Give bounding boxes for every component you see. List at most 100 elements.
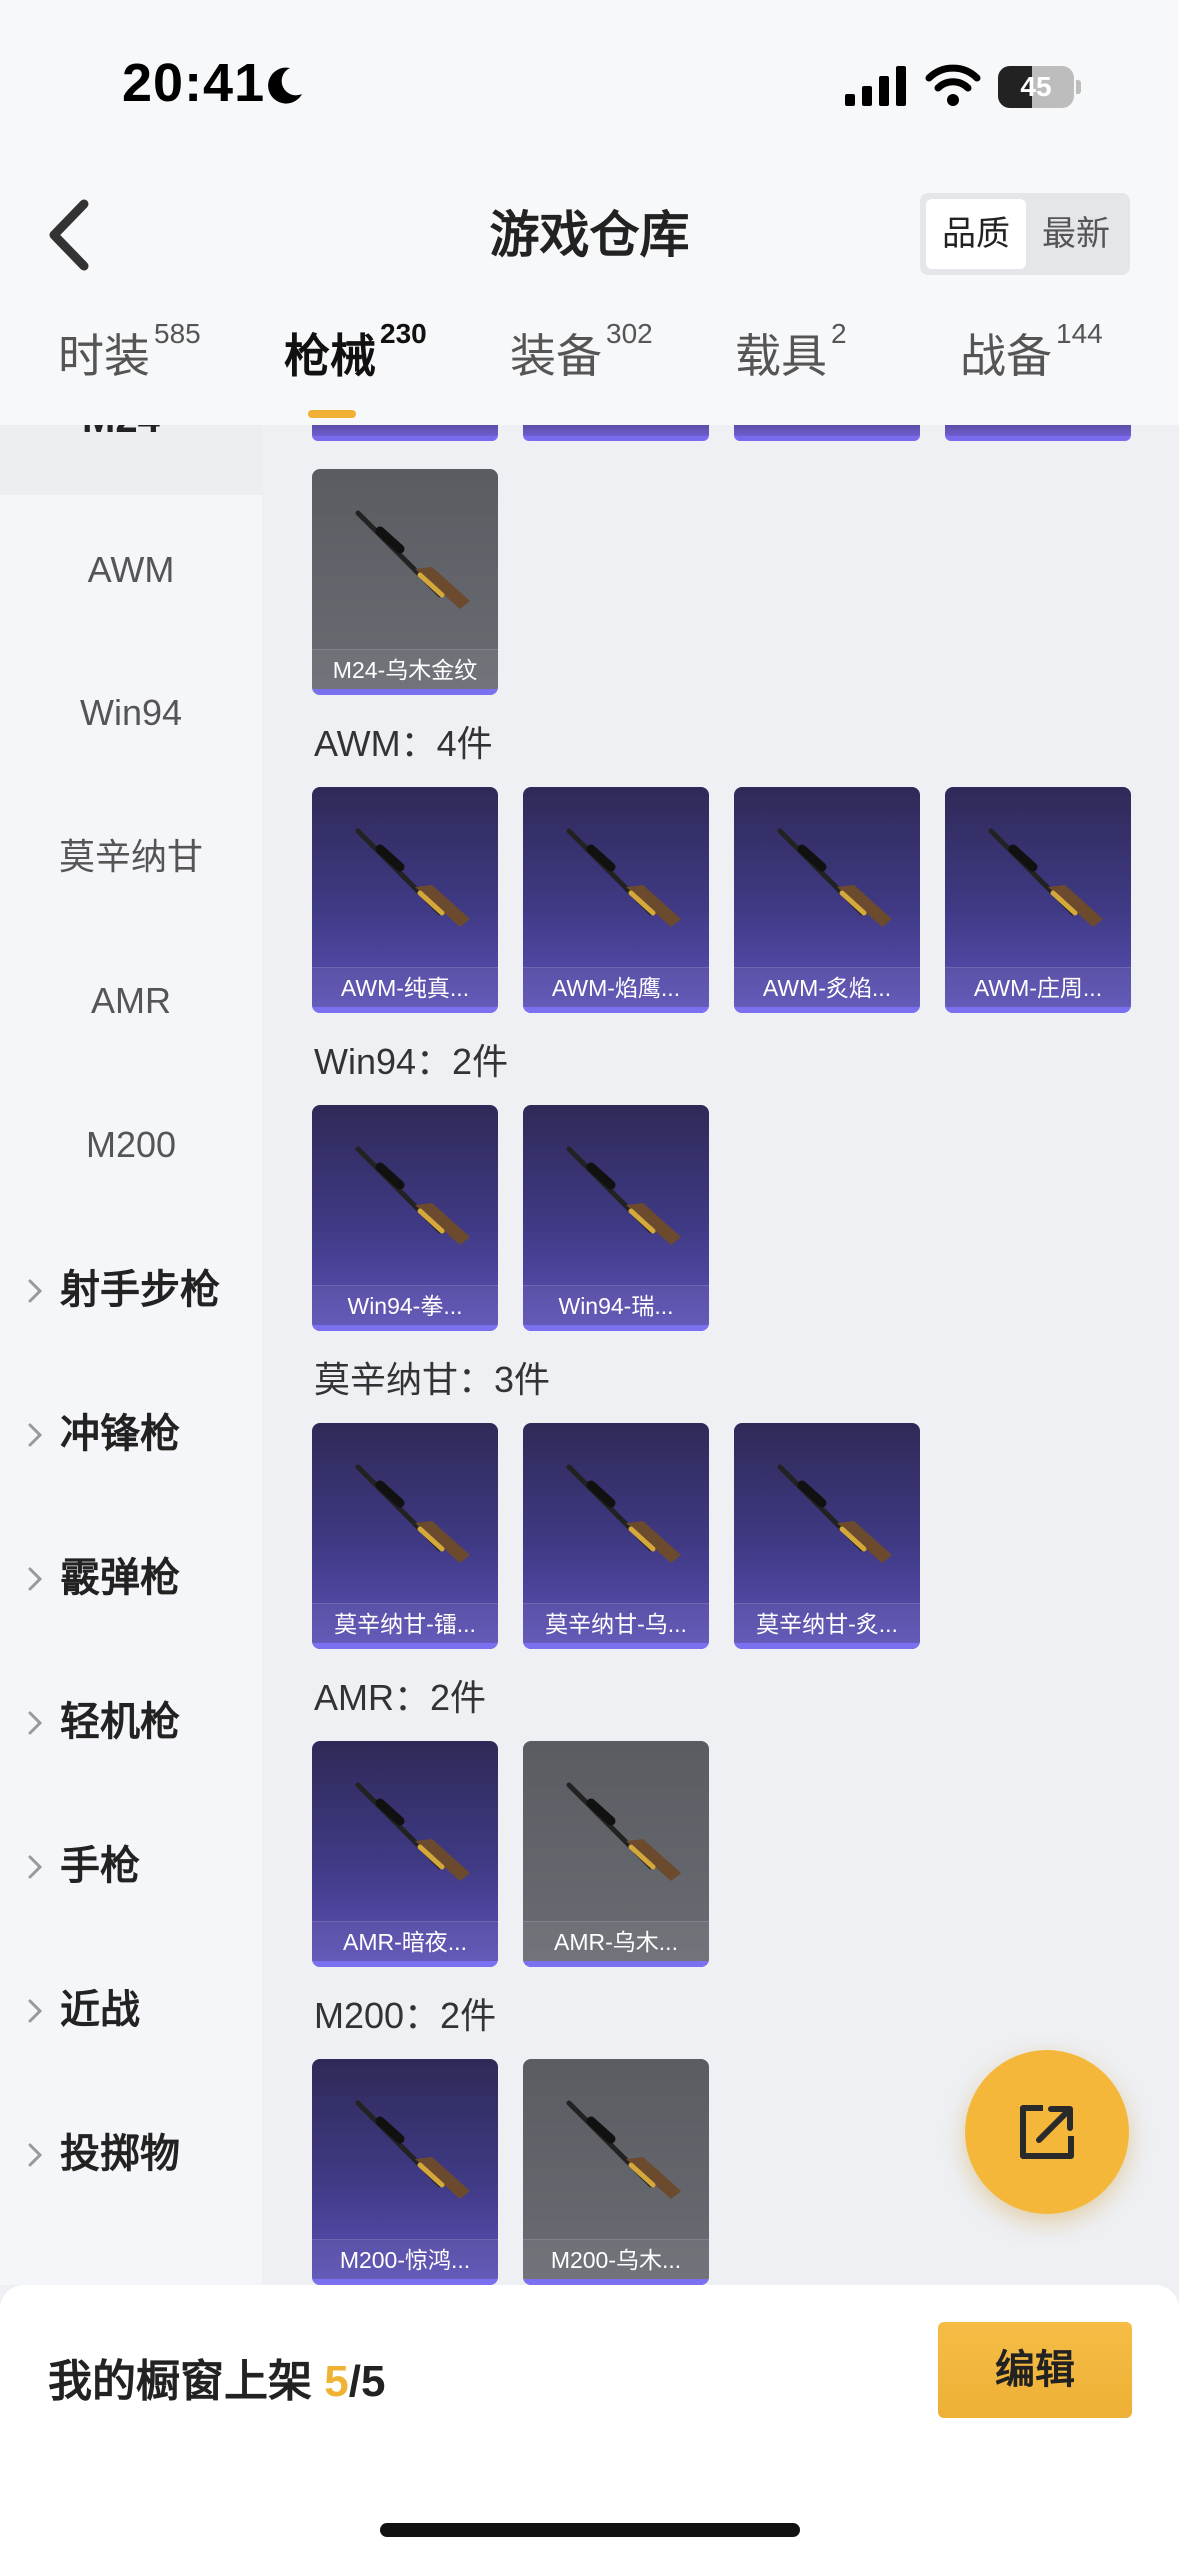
item-card[interactable]: M200-惊鸿... (312, 2059, 498, 2285)
sort-newest-option[interactable]: 最新 (1026, 199, 1126, 269)
moon-icon (268, 67, 302, 104)
chevron-right-icon (28, 1855, 43, 1879)
item-card[interactable]: AWM-纯真... (312, 787, 498, 1013)
showcase-current-count: 5 (324, 2357, 349, 2406)
partial-item-card[interactable] (523, 425, 709, 441)
rarity-bar (312, 1007, 498, 1013)
header: 游戏仓库 品质 最新 时装 585 枪械 230 装备 302 载具 2 战备 144 (0, 160, 1179, 425)
item-card[interactable]: AMR-暗夜... (312, 1741, 498, 1967)
rifle-icon (355, 510, 470, 609)
sort-toggle[interactable]: 品质 最新 (920, 193, 1130, 275)
tab-fashion[interactable]: 时装 585 (58, 318, 201, 410)
sidebar-item-mosin[interactable]: 莫辛纳甘 (0, 807, 262, 907)
item-card-label: AMR-暗夜... (312, 1921, 498, 1961)
chevron-right-icon (28, 1999, 43, 2023)
rifle-icon (566, 1782, 681, 1881)
tab-supplies[interactable]: 战备 144 (960, 318, 1103, 410)
item-card[interactable]: M200-乌木... (523, 2059, 709, 2285)
rifle-icon (566, 1464, 681, 1563)
chevron-right-icon (28, 1711, 43, 1735)
rifle-icon (566, 2100, 681, 2199)
home-indicator (380, 2523, 800, 2537)
item-card[interactable]: AWM-炙焰... (734, 787, 920, 1013)
item-card-label: M200-乌木... (523, 2239, 709, 2279)
item-card[interactable]: AWM-焰鹰... (523, 787, 709, 1013)
item-card-label: M200-惊鸿... (312, 2239, 498, 2279)
share-button[interactable] (965, 2050, 1129, 2214)
sidebar-group-shotgun[interactable]: 霰弹枪 (0, 1528, 262, 1628)
item-card[interactable]: Win94-瑞... (523, 1105, 709, 1331)
rarity-bar (523, 1961, 709, 1967)
rarity-bar (523, 1643, 709, 1649)
sidebar-item-m24[interactable]: M24 (0, 425, 262, 495)
bottom-bar: 我的橱窗上架 5/5 编辑 (0, 2285, 1179, 2556)
tab-equipment[interactable]: 装备 302 (510, 318, 653, 410)
sidebar: M24 AWM Win94 莫辛纳甘 AMR M200 射手步枪 冲锋枪 霰弹枪… (0, 425, 262, 2285)
back-arrow-icon[interactable] (40, 190, 100, 280)
item-card[interactable]: 莫辛纳甘-炙... (734, 1423, 920, 1649)
item-card[interactable]: AMR-乌木... (523, 1741, 709, 1967)
rarity-bar (734, 1643, 920, 1649)
item-card-label: AMR-乌木... (523, 1921, 709, 1961)
tab-vehicles[interactable]: 载具 2 (735, 318, 847, 410)
section-title-awm: AWM：4件 (314, 723, 493, 764)
sort-quality-option[interactable]: 品质 (926, 199, 1026, 269)
rarity-bar (312, 689, 498, 695)
item-card-label: M24-乌木金纹 (312, 649, 498, 689)
item-card[interactable]: AWM-庄周... (945, 787, 1131, 1013)
partial-item-card[interactable] (945, 425, 1131, 441)
sidebar-item-m200[interactable]: M200 (0, 1095, 262, 1195)
rarity-bar (312, 1325, 498, 1331)
status-time: 20:41 (122, 53, 266, 113)
item-card[interactable]: 莫辛纳甘-镭... (312, 1423, 498, 1649)
rifle-icon (566, 828, 681, 927)
active-tab-indicator (308, 410, 356, 418)
chevron-right-icon (28, 1567, 43, 1591)
sidebar-group-melee[interactable]: 近战 (0, 1960, 262, 2060)
rifle-icon (777, 828, 892, 927)
item-card[interactable]: 莫辛纳甘-乌... (523, 1423, 709, 1649)
rifle-icon (988, 828, 1103, 927)
partial-item-card[interactable] (312, 425, 498, 441)
sidebar-item-awm[interactable]: AWM (0, 520, 262, 620)
sidebar-group-throwable[interactable]: 投掷物 (0, 2104, 262, 2204)
edit-button[interactable]: 编辑 (938, 2322, 1132, 2418)
rarity-bar (312, 1643, 498, 1649)
chevron-right-icon (28, 1423, 43, 1447)
item-card-label: Win94-瑞... (523, 1285, 709, 1325)
rarity-bar (523, 1007, 709, 1013)
item-card-label: Win94-拳... (312, 1285, 498, 1325)
item-card-label: AWM-炙焰... (734, 967, 920, 1007)
item-card-label: 莫辛纳甘-乌... (523, 1603, 709, 1643)
partial-item-card[interactable] (734, 425, 920, 441)
item-card[interactable]: M24-乌木金纹 (312, 469, 498, 695)
rarity-bar (734, 1007, 920, 1013)
section-title-amr: AMR：2件 (314, 1677, 487, 1718)
battery-percent: 45 (1020, 71, 1052, 102)
wifi-icon (925, 64, 981, 106)
item-card[interactable]: Win94-拳... (312, 1105, 498, 1331)
rifle-icon (355, 2100, 470, 2199)
item-card-label: AWM-焰鹰... (523, 967, 709, 1007)
section-title-win94: Win94：2件 (314, 1041, 509, 1082)
sidebar-group-dmr[interactable]: 射手步枪 (0, 1240, 262, 1340)
rifle-icon (777, 1464, 892, 1563)
tab-guns[interactable]: 枪械 230 (284, 318, 427, 410)
section-title-m200: M200：2件 (314, 1995, 497, 2036)
section-title-mosin: 莫辛纳甘：3件 (314, 1359, 551, 1400)
item-card-label: AWM-纯真... (312, 967, 498, 1007)
sidebar-item-win94[interactable]: Win94 (0, 663, 262, 763)
sidebar-group-smg[interactable]: 冲锋枪 (0, 1384, 262, 1484)
rarity-bar (945, 1007, 1131, 1013)
sidebar-group-pistol[interactable]: 手枪 (0, 1816, 262, 1916)
cellular-signal-icon (845, 66, 906, 106)
rifle-icon (355, 1782, 470, 1881)
chevron-right-icon (28, 2143, 43, 2167)
sidebar-item-amr[interactable]: AMR (0, 951, 262, 1051)
category-tabs: 时装 585 枪械 230 装备 302 载具 2 战备 144 (0, 310, 1179, 425)
rifle-icon (566, 1146, 681, 1245)
status-bar: 20:41 45 (0, 0, 1179, 160)
chevron-right-icon (28, 1279, 43, 1303)
item-grid: M24-乌木金纹 AWM：4件 AWM-纯真... AWM-焰鹰... AWM-… (262, 425, 1179, 2285)
sidebar-group-lmg[interactable]: 轻机枪 (0, 1672, 262, 1772)
